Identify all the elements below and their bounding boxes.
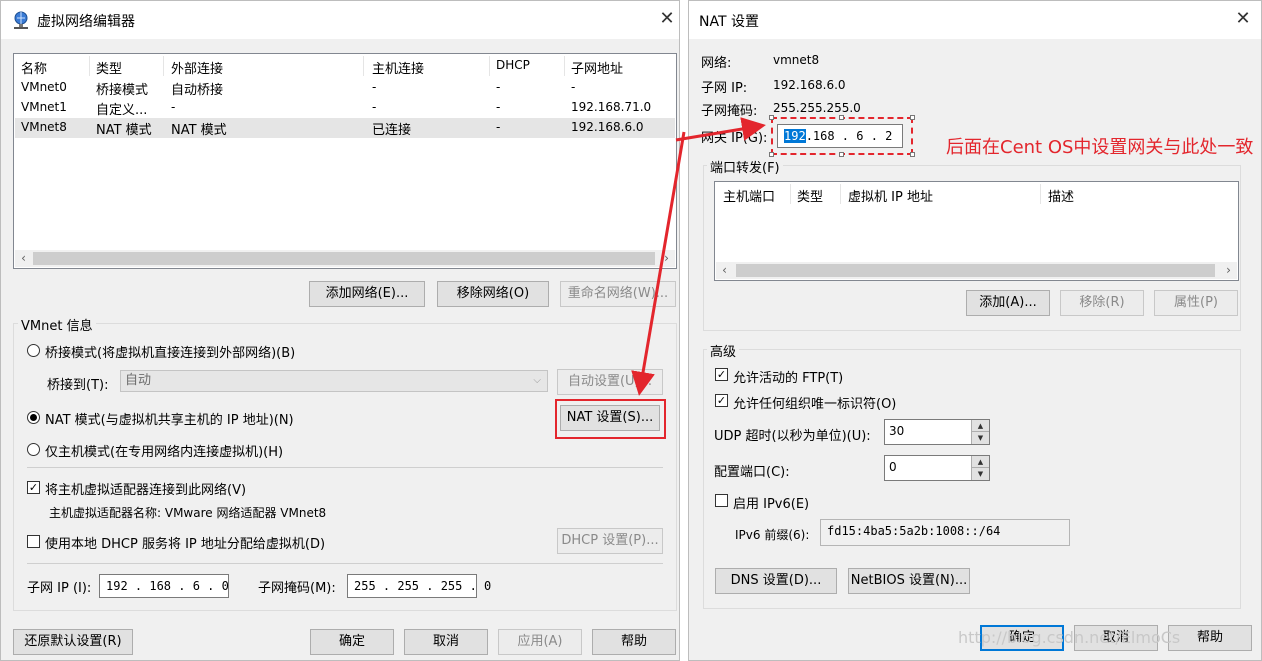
annotation-arrows [631,117,766,396]
watermark: http://blog.csdn.net/ElmoCs [958,628,1181,647]
arrow-to-nat-button [631,131,686,396]
arrow-to-gateway [675,117,766,142]
annotation-note: 后面在Cent OS中设置网关与此处一致 [946,137,1254,158]
